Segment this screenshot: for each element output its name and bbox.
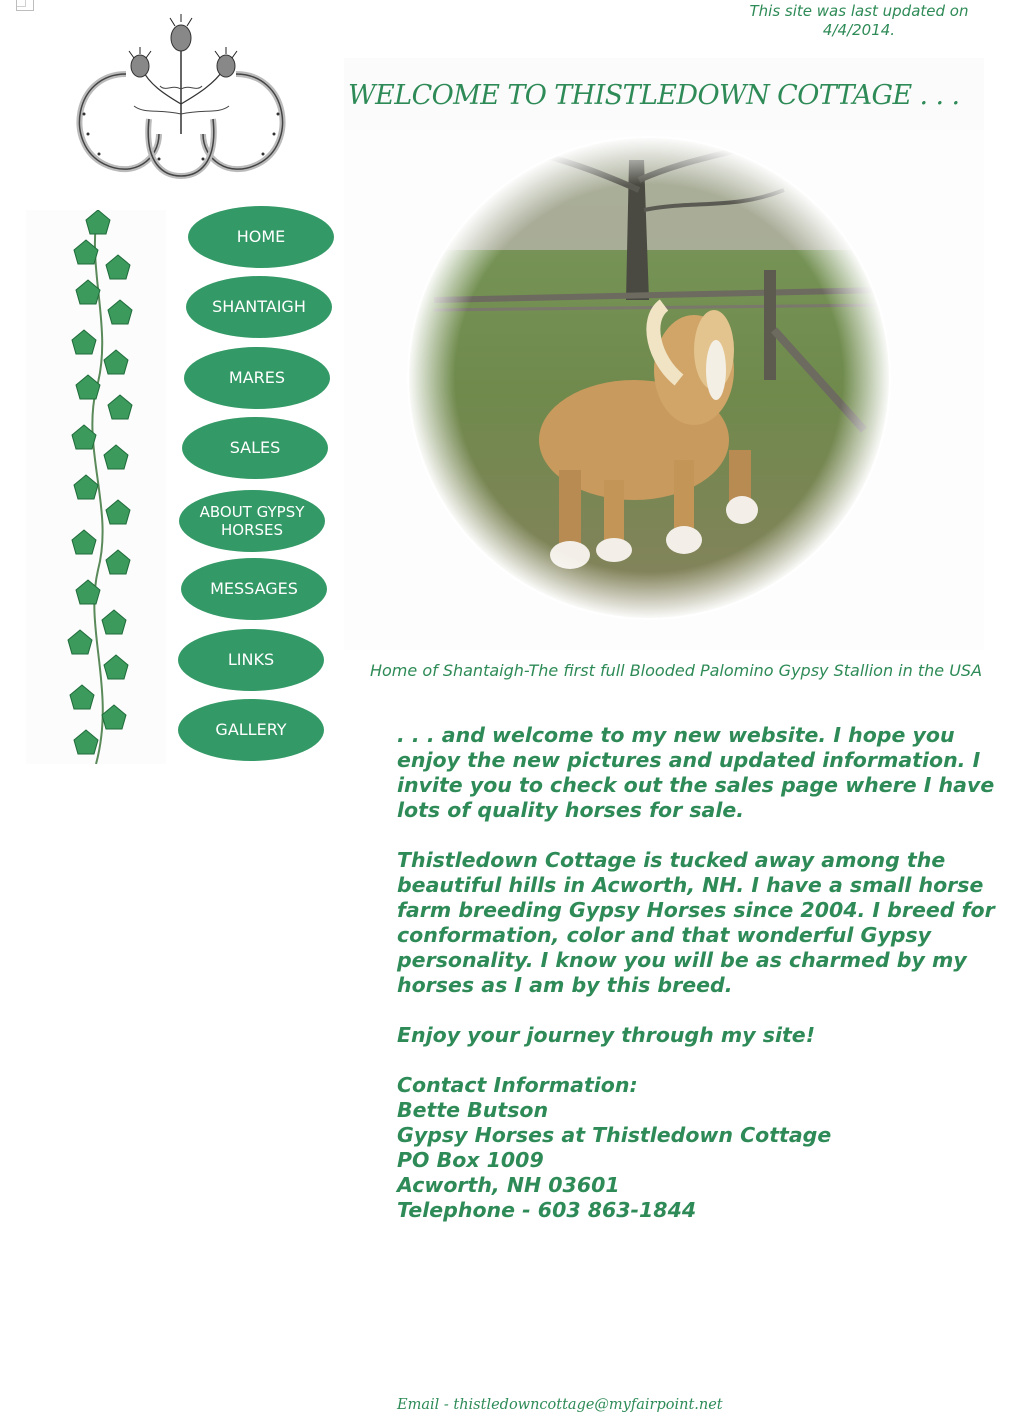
broken-image-icon [16,0,34,11]
contact-city: Acworth, NH 03601 [397,1173,620,1197]
last-updated-note: This site was last updated on 4/4/2014. [728,2,990,40]
nav-messages-button[interactable]: MESSAGES [181,558,327,620]
contact-po-box: PO Box 1009 [397,1148,544,1172]
intro-paragraph: . . . and welcome to my new website. I h… [397,723,995,822]
about-paragraph: Thistledown Cottage is tucked away among… [397,848,995,997]
ivy-vine-icon [67,209,133,765]
nav-links-button[interactable]: LINKS [178,629,324,691]
nav-sales-button[interactable]: SALES [182,417,328,479]
last-updated-line1: This site was last updated on [749,2,969,20]
nav-home-button[interactable]: HOME [188,206,334,268]
last-updated-date: 4/4/2014. [822,21,896,39]
nav-mares-button[interactable]: MARES [184,347,330,409]
contact-business: Gypsy Horses at Thistledown Cottage [397,1123,832,1147]
ivy-decoration [26,209,166,765]
enjoy-line: Enjoy your journey through my site! [397,1023,816,1047]
email-link[interactable]: Email - thistledowncottage@myfairpoint.n… [397,1397,723,1413]
horse-photo-panel [344,130,984,650]
photo-caption: Home of Shantaigh-The first full Blooded… [369,661,983,680]
nav-shantaigh-button[interactable]: SHANTAIGH [186,276,332,338]
thistle-horseshoe-logo [76,14,286,180]
contact-phone: Telephone - 603 863-1844 [397,1198,697,1222]
nav-about-gypsy-horses-button[interactable]: ABOUT GYPSY HORSES [179,490,325,552]
nav-gallery-button[interactable]: GALLERY [178,699,324,761]
contact-heading: Contact Information: [397,1073,638,1097]
contact-name: Bette Butson [397,1098,549,1122]
welcome-body: . . . and welcome to my new website. I h… [397,723,997,1223]
welcome-title: WELCOME TO THISTLEDOWN COTTAGE . . . [348,80,960,111]
horse-photo [407,136,891,620]
